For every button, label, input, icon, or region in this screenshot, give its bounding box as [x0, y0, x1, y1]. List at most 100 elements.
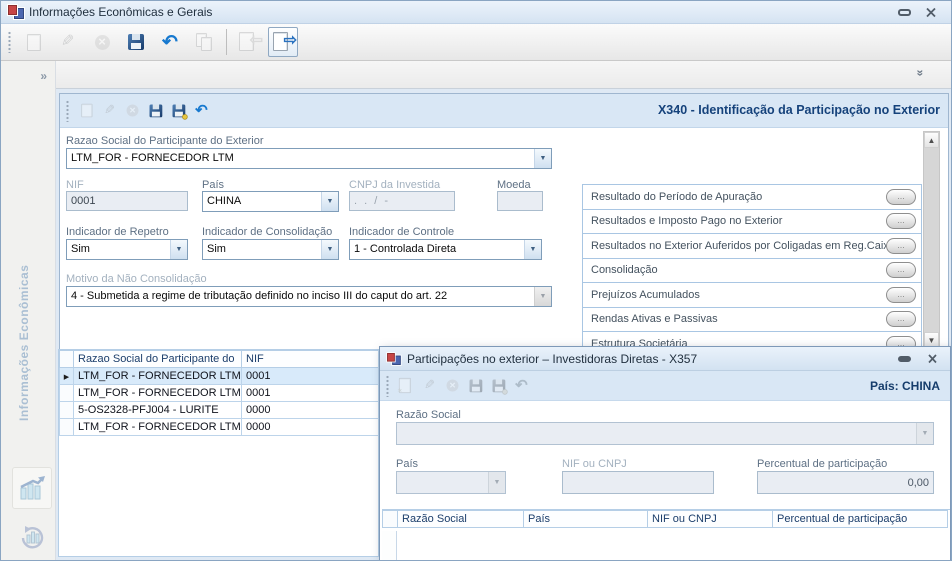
grid-column-header[interactable]: NIF	[242, 351, 380, 368]
save-icon[interactable]	[146, 101, 164, 119]
section-label: Resultado do Período de Apuração	[591, 191, 886, 203]
economic-cycle-icon[interactable]	[14, 519, 50, 555]
indicador-repetro-combo[interactable]: Sim	[66, 239, 188, 260]
moeda-label: Moeda	[497, 179, 531, 191]
dlg-pais-value	[397, 472, 488, 493]
section-label: Resultados no Exterior Auferidos por Col…	[591, 240, 886, 252]
grid-cell[interactable]: LTM_FOR - FORNECEDOR LTM	[74, 368, 242, 385]
section-open-button[interactable]: ...	[886, 213, 916, 229]
chevron-down-icon	[534, 287, 551, 306]
grid-column-header[interactable]: Percentual de participação	[773, 511, 948, 528]
grid-cell[interactable]: 0001	[242, 368, 380, 385]
edit-icon: ✎	[100, 101, 118, 119]
current-row-arrow-icon: ▶	[64, 374, 69, 381]
x340-grid: Razao Social do Participante doNIF ▶ LTM_F…	[58, 349, 379, 557]
section-label: Consolidação	[591, 264, 886, 276]
section-open-button[interactable]: ...	[886, 262, 916, 278]
chevron-down-icon[interactable]	[534, 149, 551, 168]
edit-record-icon: ✎	[53, 27, 83, 57]
x340-toolbar-grip[interactable]	[66, 100, 69, 122]
indicador-repetro-label: Indicador de Repetro	[66, 226, 169, 238]
indicador-repetro-value: Sim	[67, 240, 170, 259]
toolbar-grip[interactable]	[8, 31, 11, 53]
pais-label: País	[202, 179, 224, 191]
main-toolbar: ✎×↶⇦⇨	[1, 24, 951, 61]
indicador-consolidacao-label: Indicador de Consolidação	[202, 226, 332, 238]
indicador-consolidacao-combo[interactable]: Sim	[202, 239, 339, 260]
delete-icon: ×	[123, 101, 141, 119]
undo-icon: ↶	[512, 376, 530, 394]
grid-row: LTM_FOR - FORNECEDOR LTM0001	[60, 385, 380, 402]
grid-cell[interactable]: 0000	[242, 419, 380, 436]
delete-icon: ×	[443, 376, 461, 394]
section-row: Consolidação...	[582, 259, 922, 284]
chevron-double-right-icon[interactable]: »	[40, 69, 47, 83]
save-record-icon[interactable]	[121, 27, 151, 57]
section-open-button[interactable]: ...	[886, 311, 916, 327]
chevron-down-icon[interactable]	[321, 240, 338, 259]
minimize-icon[interactable]	[898, 356, 911, 362]
economic-chart-icon[interactable]	[12, 467, 52, 509]
toolbar-separator	[226, 29, 227, 55]
grid-row: LTM_FOR - FORNECEDOR LTM0000	[60, 419, 380, 436]
grid-cell[interactable]: 5-OS2328-PFJ004 - LURITE	[74, 402, 242, 419]
razao-social-combo[interactable]: LTM_FOR - FORNECEDOR LTM	[66, 148, 552, 169]
dlg-nif-cnpj-field	[562, 471, 714, 494]
motivo-value: 4 - Submetida a regime de tributação def…	[67, 287, 534, 306]
grid-cell[interactable]: 0000	[242, 402, 380, 419]
vertical-scrollbar[interactable]: ▲ ▼	[923, 131, 940, 349]
section-open-button[interactable]: ...	[886, 238, 916, 254]
section-open-button[interactable]: ...	[886, 287, 916, 303]
row-header-cell[interactable]	[60, 402, 74, 419]
x357-toolbar-grip[interactable]	[386, 375, 389, 397]
chevron-down-icon[interactable]	[321, 192, 338, 211]
grid-column-header[interactable]: Razão Social	[398, 511, 524, 528]
pais-combo[interactable]: CHINA	[202, 191, 339, 212]
x357-grid: Razão SocialPaísNIF ou CNPJPercentual de…	[382, 509, 950, 561]
motivo-label: Motivo da Não Consolidação	[66, 273, 207, 285]
x357-titlebar: Participações no exterior – Investidoras…	[380, 347, 950, 371]
save-all-icon[interactable]	[169, 101, 187, 119]
grid-row: ▶ LTM_FOR - FORNECEDOR LTM0001	[60, 368, 380, 385]
grid-cell[interactable]: 0001	[242, 385, 380, 402]
grid-column-header[interactable]: Razao Social do Participante do	[74, 351, 242, 368]
row-header-cell[interactable]	[60, 419, 74, 436]
window-title: Informações Econômicas e Gerais	[29, 5, 212, 19]
x357-toolbar-icons: ✶✎×↶	[395, 374, 533, 397]
close-icon[interactable]	[925, 7, 937, 18]
new-icon: ✶	[397, 376, 415, 394]
main-titlebar: Informações Econômicas e Gerais	[1, 1, 951, 24]
grid-corner-cell	[60, 351, 74, 368]
grid-cell[interactable]: LTM_FOR - FORNECEDOR LTM	[74, 419, 242, 436]
collapsed-panel-strip: »	[56, 61, 952, 89]
grid-column-header[interactable]: NIF ou CNPJ	[648, 511, 773, 528]
grid-column-header[interactable]: País	[524, 511, 648, 528]
grid-cell[interactable]: LTM_FOR - FORNECEDOR LTM	[74, 385, 242, 402]
grid-corner-cell	[383, 511, 398, 528]
chevron-down-icon[interactable]	[170, 240, 187, 259]
close-icon[interactable]	[927, 354, 938, 364]
nif-label: NIF	[66, 179, 84, 191]
row-header-cell[interactable]	[60, 385, 74, 402]
dlg-nif-cnpj-label: NIF ou CNPJ	[562, 458, 627, 470]
indicador-controle-value: 1 - Controlada Direta	[350, 240, 524, 259]
chevron-down-icon	[916, 423, 933, 444]
dlg-pais-combo	[396, 471, 506, 494]
navigate-forward-icon[interactable]: ⇨	[268, 27, 298, 57]
chevron-double-down-icon[interactable]: »	[914, 70, 928, 77]
x357-toolbar: ✶✎×↶ País: CHINA	[380, 371, 950, 401]
section-open-button[interactable]: ...	[886, 189, 916, 205]
minimize-icon[interactable]	[898, 9, 911, 16]
undo-icon[interactable]: ↶	[192, 101, 210, 119]
dialog-window-icon	[387, 353, 400, 365]
undo-changes-icon[interactable]: ↶	[155, 27, 185, 57]
section-row: Prejuízos Acumulados...	[582, 283, 922, 308]
scroll-up-icon[interactable]: ▲	[924, 132, 939, 148]
chevron-down-icon[interactable]	[524, 240, 541, 259]
cnpj-label: CNPJ da Investida	[349, 179, 440, 191]
dlg-pais-label: País	[396, 458, 418, 470]
row-header-cell[interactable]: ▶	[60, 368, 74, 385]
x357-body: Razão Social País NIF ou CNPJ Percentual…	[380, 401, 950, 561]
context-country-label: País: CHINA	[870, 379, 950, 393]
indicador-controle-combo[interactable]: 1 - Controlada Direta	[349, 239, 542, 260]
